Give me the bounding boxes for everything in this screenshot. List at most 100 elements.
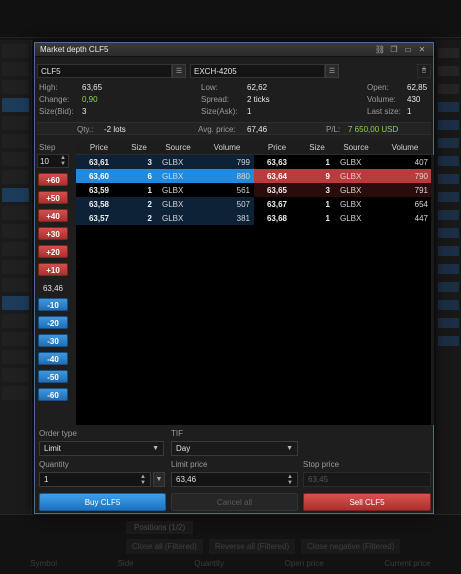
positions-tab: Positions (1/2) bbox=[126, 521, 194, 534]
limit-price-label: Limit price bbox=[171, 460, 208, 469]
order-type-select[interactable]: Limit ▼ bbox=[39, 441, 164, 456]
limit-price-input[interactable]: 63,46 ▲ ▼ bbox=[171, 472, 298, 487]
step-plus-60-button[interactable]: +60 bbox=[38, 173, 68, 186]
ask-row[interactable]: 63,67 1 GLBX 654 bbox=[254, 197, 432, 211]
last-size-label: Last size: bbox=[367, 107, 401, 116]
bid-row[interactable]: 63,59 1 GLBX 561 bbox=[76, 183, 254, 197]
step-spinner[interactable]: 10 ▲ ▼ bbox=[37, 154, 69, 168]
ask-source-header[interactable]: Source bbox=[334, 143, 378, 152]
ask-row-selected[interactable]: 63,64 9 GLBX 790 bbox=[254, 169, 432, 183]
depth-scrollbar[interactable] bbox=[431, 155, 434, 425]
volume-label: Volume: bbox=[367, 95, 396, 104]
reverse-all-button: Reverse all (Filtered) bbox=[208, 539, 296, 554]
bid-row[interactable]: 63,57 2 GLBX 381 bbox=[76, 211, 254, 225]
col-symbol: Symbol bbox=[30, 559, 57, 568]
step-plus-30-button[interactable]: +30 bbox=[38, 227, 68, 240]
mouse-icon[interactable]: 🖱 bbox=[417, 64, 431, 78]
step-plus-10-button[interactable]: +10 bbox=[38, 263, 68, 276]
buy-button[interactable]: Buy CLF5 bbox=[39, 493, 166, 511]
window-titlebar[interactable]: Market depth CLF5 ⛓ ❐ ▭ ✕ bbox=[35, 43, 433, 57]
bid-book: Price Size Source Volume 63,61 3 GLBX 79… bbox=[76, 141, 254, 425]
bid-source-header[interactable]: Source bbox=[156, 143, 200, 152]
order-type-label: Order type bbox=[39, 429, 77, 438]
ask-row[interactable]: 63,63 1 GLBX 407 bbox=[254, 155, 432, 169]
size-bid-label: Size(Bid): bbox=[39, 107, 74, 116]
step-plus-40-button[interactable]: +40 bbox=[38, 209, 68, 222]
ask-price-header[interactable]: Price bbox=[254, 143, 300, 152]
close-negative-button: Close negative (Filtered) bbox=[301, 539, 401, 554]
bid-volume-header[interactable]: Volume bbox=[200, 143, 254, 152]
close-icon[interactable]: ✕ bbox=[416, 45, 428, 55]
col-quantity: Quantity bbox=[194, 559, 225, 568]
spinner-arrows-icon[interactable]: ▲ ▼ bbox=[287, 474, 293, 486]
step-minus-60-button[interactable]: -60 bbox=[38, 388, 68, 401]
size-bid-value: 3 bbox=[82, 107, 87, 116]
link-icon[interactable]: ⛓ bbox=[374, 45, 386, 55]
ask-row[interactable]: 63,65 3 GLBX 791 bbox=[254, 183, 432, 197]
step-minus-30-button[interactable]: -30 bbox=[38, 334, 68, 347]
tif-select[interactable]: Day ▼ bbox=[171, 441, 298, 456]
restore-icon[interactable]: ❐ bbox=[388, 45, 400, 55]
stop-price-input: 63,45 bbox=[303, 472, 431, 487]
bid-row-selected[interactable]: 63,60 6 GLBX 880 bbox=[76, 169, 254, 183]
avg-price-value: 67,46 bbox=[247, 125, 268, 134]
ask-book: Price Size Source Volume 63,63 1 GLBX 40… bbox=[254, 141, 432, 425]
bid-row[interactable]: 63,58 2 GLBX 507 bbox=[76, 197, 254, 211]
bid-header: Price Size Source Volume bbox=[76, 141, 254, 155]
col-side: Side bbox=[117, 559, 134, 568]
ask-row[interactable]: 63,68 1 GLBX 447 bbox=[254, 211, 432, 225]
open-label: Open: bbox=[367, 83, 389, 92]
background-right-panel bbox=[436, 40, 461, 540]
stop-price-value: 63,45 bbox=[308, 475, 329, 484]
step-plus-50-button[interactable]: +50 bbox=[38, 191, 68, 204]
ask-size-header[interactable]: Size bbox=[300, 143, 334, 152]
symbol-input[interactable]: CLF5 bbox=[37, 64, 172, 78]
quantity-dropdown-icon[interactable]: ▼ bbox=[153, 472, 165, 487]
exchange-menu-icon[interactable]: ☰ bbox=[325, 64, 339, 78]
chevron-down-icon: ▼ bbox=[152, 445, 159, 452]
avg-price-label: Avg. price: bbox=[198, 125, 236, 134]
change-value: 0,90 bbox=[82, 95, 98, 104]
exchange-input[interactable]: EXCH-4205 bbox=[190, 64, 325, 78]
step-minus-50-button[interactable]: -50 bbox=[38, 370, 68, 383]
step-plus-20-button[interactable]: +20 bbox=[38, 245, 68, 258]
step-label: Step bbox=[39, 143, 56, 152]
cancel-all-button[interactable]: Cancel all bbox=[171, 493, 298, 511]
bid-size-header[interactable]: Size bbox=[122, 143, 156, 152]
high-label: High: bbox=[39, 83, 58, 92]
position-summary: Qty.: -2 lots Avg. price: 67,46 P/L: 7 6… bbox=[37, 122, 431, 135]
minimize-icon[interactable]: ▭ bbox=[402, 45, 414, 55]
window-title: Market depth CLF5 bbox=[40, 45, 109, 54]
quantity-stepper[interactable]: 1 ▲ ▼ bbox=[39, 472, 151, 487]
spinner-arrows-icon[interactable]: ▲ ▼ bbox=[140, 474, 146, 486]
bid-price-header[interactable]: Price bbox=[76, 143, 122, 152]
background-toolbar bbox=[0, 0, 461, 38]
quantity-value: 1 bbox=[44, 475, 49, 484]
tif-value: Day bbox=[176, 444, 191, 453]
symbol-menu-icon[interactable]: ☰ bbox=[172, 64, 186, 78]
order-type-value: Limit bbox=[44, 444, 61, 453]
mid-price: 63,46 bbox=[42, 284, 64, 293]
bid-row[interactable]: 63,61 3 GLBX 799 bbox=[76, 155, 254, 169]
high-value: 63,65 bbox=[82, 83, 103, 92]
pl-value: 7 650,00 USD bbox=[348, 125, 399, 134]
stop-price-label: Stop price bbox=[303, 460, 340, 469]
ask-volume-header[interactable]: Volume bbox=[378, 143, 432, 152]
low-label: Low: bbox=[201, 83, 218, 92]
quantity-label: Quantity bbox=[39, 460, 69, 469]
size-ask-label: Size(Ask): bbox=[201, 107, 238, 116]
last-size-value: 1 bbox=[407, 107, 412, 116]
background-positions-panel: Positions (1/2) Close all (Filtered) Rev… bbox=[0, 514, 461, 574]
step-value: 10 bbox=[40, 156, 49, 166]
market-depth-window: Market depth CLF5 ⛓ ❐ ▭ ✕ CLF5 ☰ EXCH-42… bbox=[34, 42, 434, 514]
symbol-value: CLF5 bbox=[41, 66, 61, 76]
col-current-price: Current price bbox=[384, 559, 431, 568]
symbol-bar: CLF5 ☰ EXCH-4205 ☰ 🖱 bbox=[37, 63, 431, 79]
step-minus-10-button[interactable]: -10 bbox=[38, 298, 68, 311]
spinner-arrows-icon[interactable]: ▲ ▼ bbox=[60, 155, 66, 167]
step-minus-20-button[interactable]: -20 bbox=[38, 316, 68, 329]
sell-button[interactable]: Sell CLF5 bbox=[303, 493, 431, 511]
step-minus-40-button[interactable]: -40 bbox=[38, 352, 68, 365]
step-panel: Step 10 ▲ ▼ +60 +50 +40 +30 +20 +10 63,46… bbox=[37, 143, 73, 401]
spread-label: Spread: bbox=[201, 95, 230, 104]
